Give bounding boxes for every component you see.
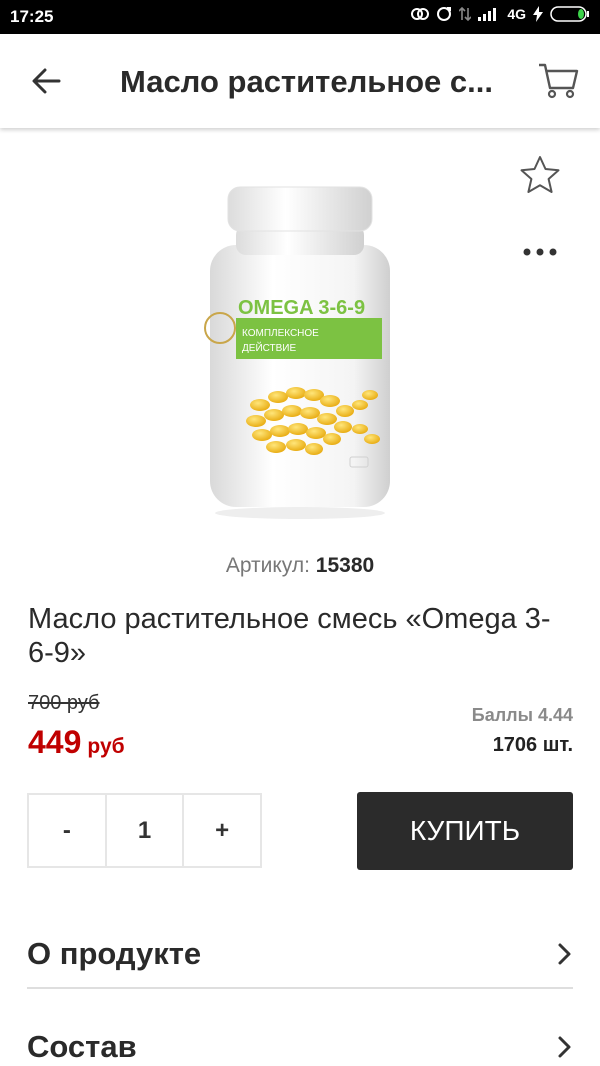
app-bar: Масло растительное с... xyxy=(0,34,600,128)
section-label: Состав xyxy=(27,1029,137,1064)
stock-count: 1706 шт. xyxy=(492,734,573,756)
data-arrows-icon xyxy=(459,6,472,22)
page-title: Масло растительное с... xyxy=(120,64,493,99)
section-label: О продукте xyxy=(27,936,202,971)
status-bar: 17:25 4G xyxy=(0,0,600,34)
old-price: 700 руб xyxy=(28,692,100,714)
more-options-button[interactable] xyxy=(516,234,564,270)
more-dots-icon xyxy=(523,248,557,256)
divider xyxy=(27,987,573,989)
image-label-sub2: ДЕЙСТВИЕ xyxy=(242,341,296,354)
current-price: 449 руб xyxy=(28,724,125,761)
product-image: OMEGA 3-6-9 КОМПЛЕКСНОЕ ДЕЙСТВИЕ xyxy=(204,186,390,519)
charging-icon xyxy=(533,6,543,22)
section-composition[interactable]: Состав xyxy=(27,1007,573,1066)
status-time: 17:25 xyxy=(10,7,54,26)
increment-button[interactable]: + xyxy=(184,795,260,866)
decrement-button[interactable]: - xyxy=(29,795,105,866)
back-button[interactable] xyxy=(22,59,70,103)
battery-icon xyxy=(550,6,590,22)
sku-label: Артикул: xyxy=(225,554,310,577)
chevron-right-icon xyxy=(558,943,571,965)
image-label-sub1: КОМПЛЕКСНОЕ xyxy=(242,328,319,339)
quantity-stepper: - 1 + xyxy=(27,793,262,868)
quantity-value[interactable]: 1 xyxy=(104,795,185,866)
price-currency: руб xyxy=(87,735,125,758)
sku-value: 15380 xyxy=(315,554,375,577)
back-arrow-icon xyxy=(32,68,61,94)
chevron-right-icon xyxy=(558,1036,571,1058)
sku: Артикул: 15380 xyxy=(0,554,600,578)
network-type: 4G xyxy=(507,6,526,22)
star-outline-icon xyxy=(520,156,560,193)
signal-icon xyxy=(478,7,500,21)
image-label-brand: OMEGA 3-6-9 xyxy=(238,297,365,319)
cart-icon xyxy=(539,63,579,99)
refresh-icon xyxy=(436,6,452,22)
product-name: Масло растительное смесь «Omega 3-6-9» xyxy=(28,603,551,669)
bonus-points: Баллы 4.44 xyxy=(471,705,573,725)
favorite-button[interactable] xyxy=(516,152,564,198)
sync-icon xyxy=(411,6,430,22)
price-value: 449 xyxy=(28,724,82,760)
section-about-product[interactable]: О продукте xyxy=(27,914,573,994)
buy-button[interactable]: КУПИТЬ xyxy=(357,792,573,870)
status-icons: 4G xyxy=(411,6,590,22)
cart-button[interactable] xyxy=(534,58,582,104)
